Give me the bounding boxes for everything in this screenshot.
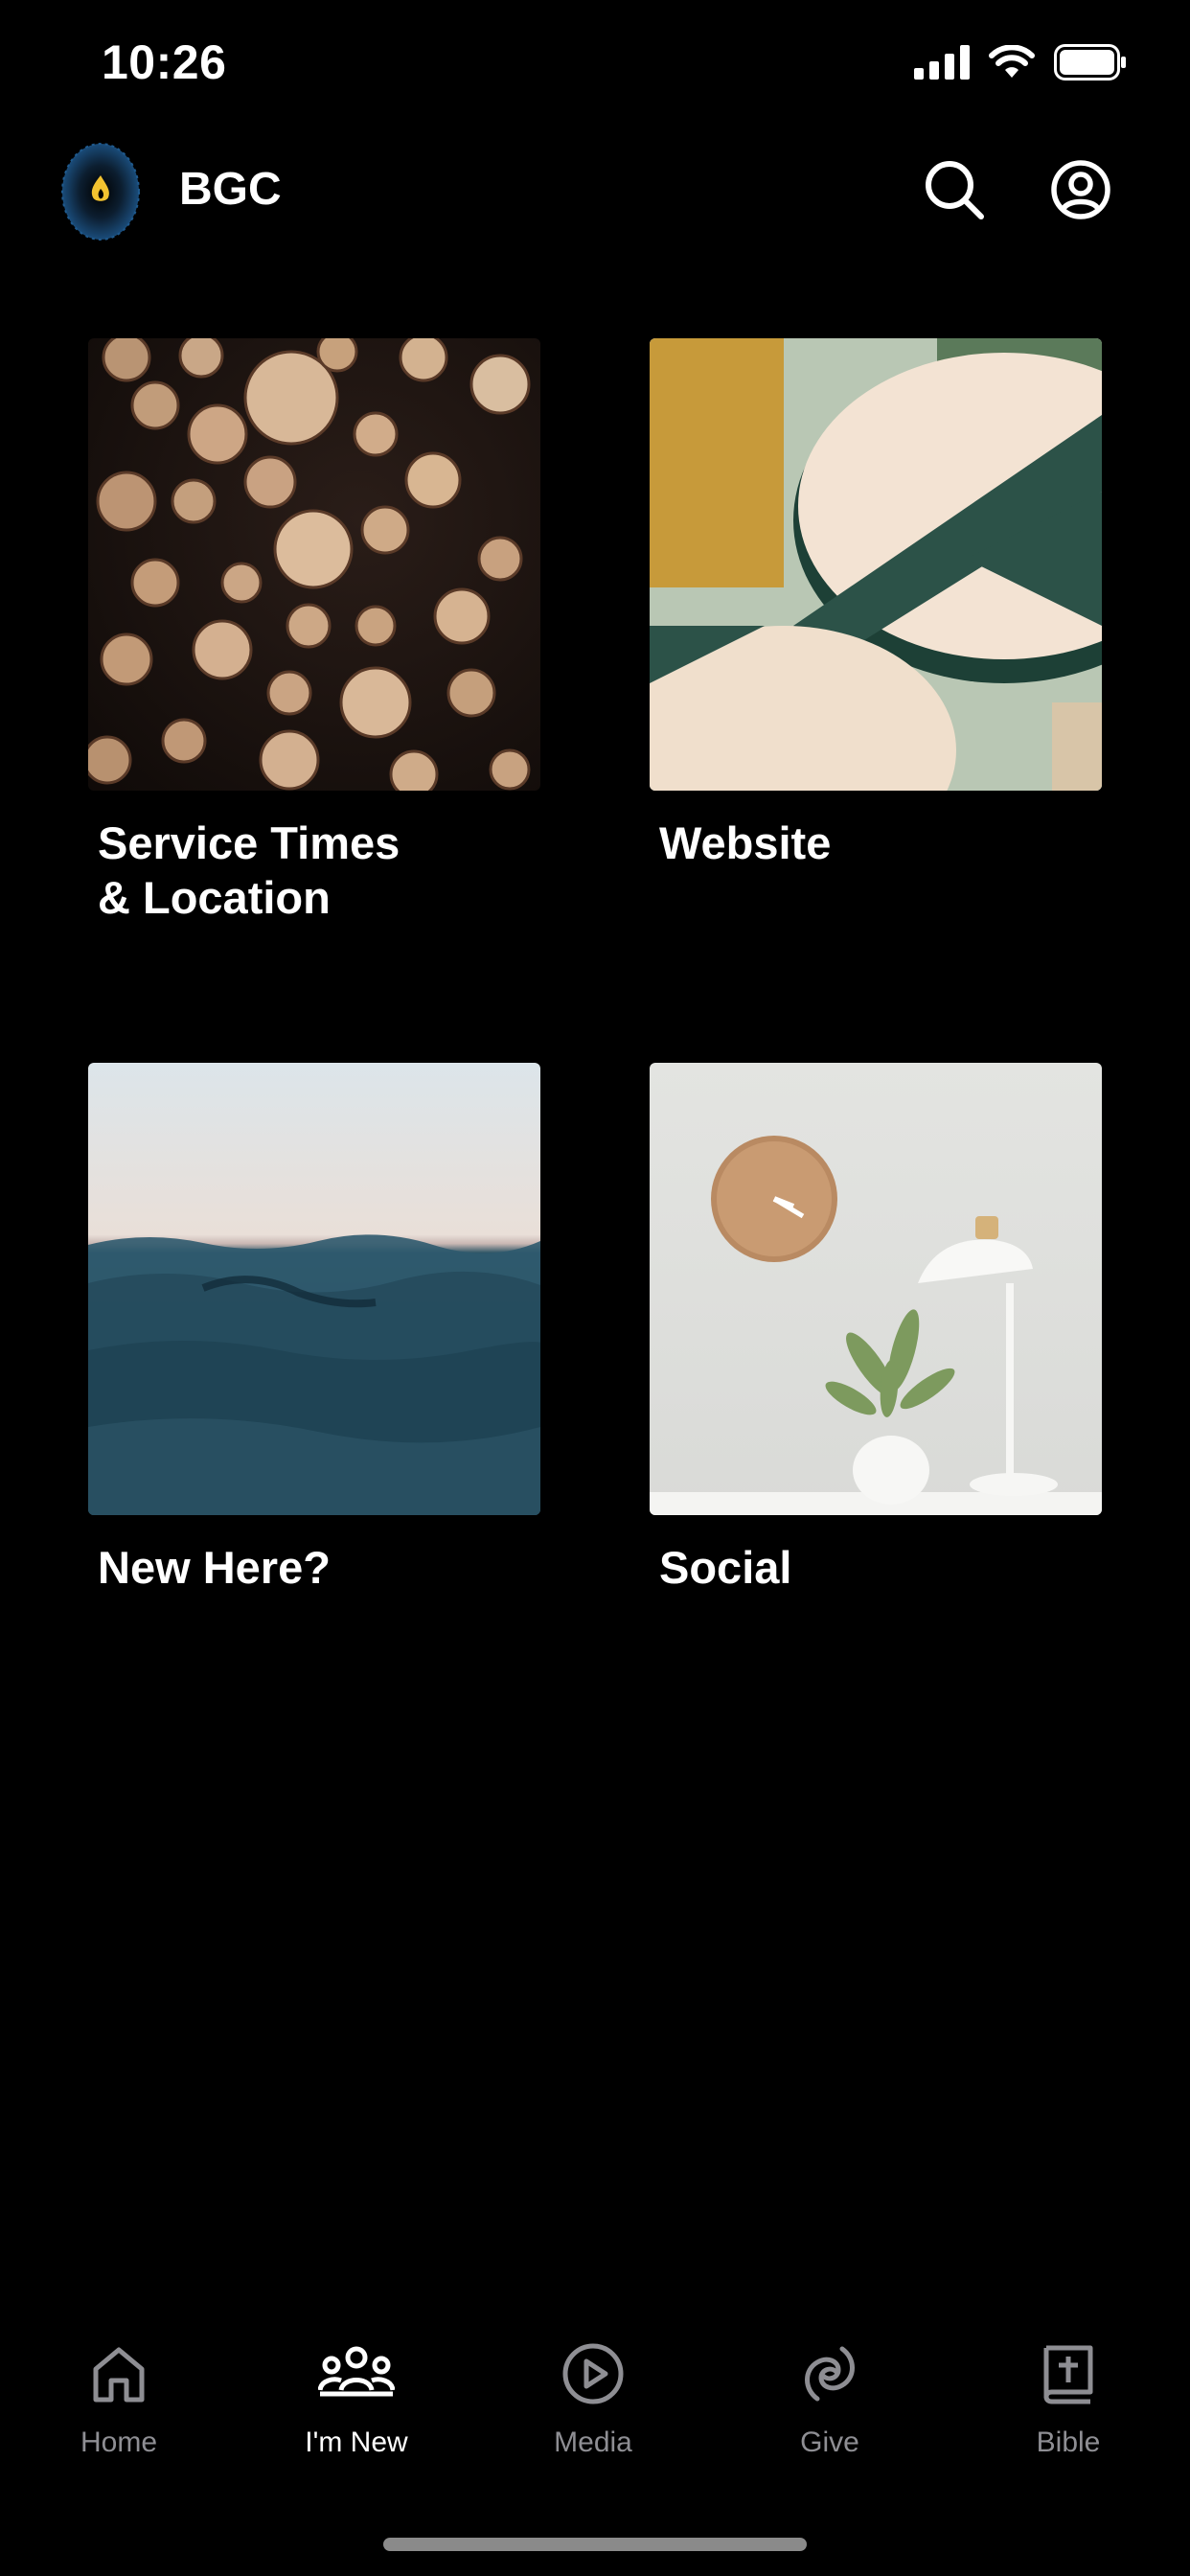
church-logo <box>61 143 140 241</box>
people-icon <box>318 2346 395 2397</box>
nav-label: Home <box>80 2426 158 2458</box>
tile-image-room <box>650 1063 1102 1515</box>
battery-icon <box>1054 44 1126 80</box>
wifi-icon <box>989 45 1035 78</box>
app-title: BGC <box>179 164 282 215</box>
profile-button[interactable] <box>1044 153 1117 226</box>
status-icons <box>914 44 1127 80</box>
signal-icon <box>914 45 970 80</box>
nav-item-home[interactable]: Home <box>23 2338 215 2459</box>
tile-label: Social <box>659 1542 792 1593</box>
nav-item-give[interactable]: Give <box>734 2338 926 2459</box>
nav-item-bible[interactable]: Bible <box>973 2338 1164 2459</box>
search-icon <box>926 161 984 219</box>
app-header: BGC <box>0 134 1190 249</box>
tile-social[interactable]: Social <box>650 1063 1102 1595</box>
tile-image-logs <box>88 338 540 791</box>
home-icon <box>93 2347 145 2403</box>
nav-label: Bible <box>1036 2426 1101 2458</box>
tile-label: Service Times & Location <box>98 817 400 923</box>
nav-label: Give <box>800 2426 859 2458</box>
home-indicator <box>383 2538 807 2551</box>
nav-label: I'm New <box>305 2426 408 2458</box>
tile-label: New Here? <box>98 1542 331 1593</box>
tile-image-table <box>650 338 1102 791</box>
status-bar: 10:26 <box>0 0 1190 125</box>
tile-service-times[interactable]: Service Times & Location <box>88 338 540 925</box>
tile-label: Website <box>659 817 832 868</box>
nav-label: Media <box>554 2426 632 2458</box>
profile-icon <box>1051 160 1110 219</box>
bottom-nav: Home I'm New Media Give Bible <box>0 2338 1190 2482</box>
give-icon <box>805 2346 855 2402</box>
nav-item-im-new[interactable]: I'm New <box>261 2338 452 2459</box>
bible-icon <box>1043 2345 1093 2404</box>
tile-website[interactable]: Website <box>650 338 1102 870</box>
tile-new-here[interactable]: New Here? <box>88 1063 540 1595</box>
tile-image-water <box>88 1063 540 1515</box>
status-time: 10:26 <box>102 35 227 89</box>
nav-item-media[interactable]: Media <box>497 2338 689 2459</box>
search-button[interactable] <box>918 153 991 226</box>
play-circle-icon <box>562 2343 624 2404</box>
